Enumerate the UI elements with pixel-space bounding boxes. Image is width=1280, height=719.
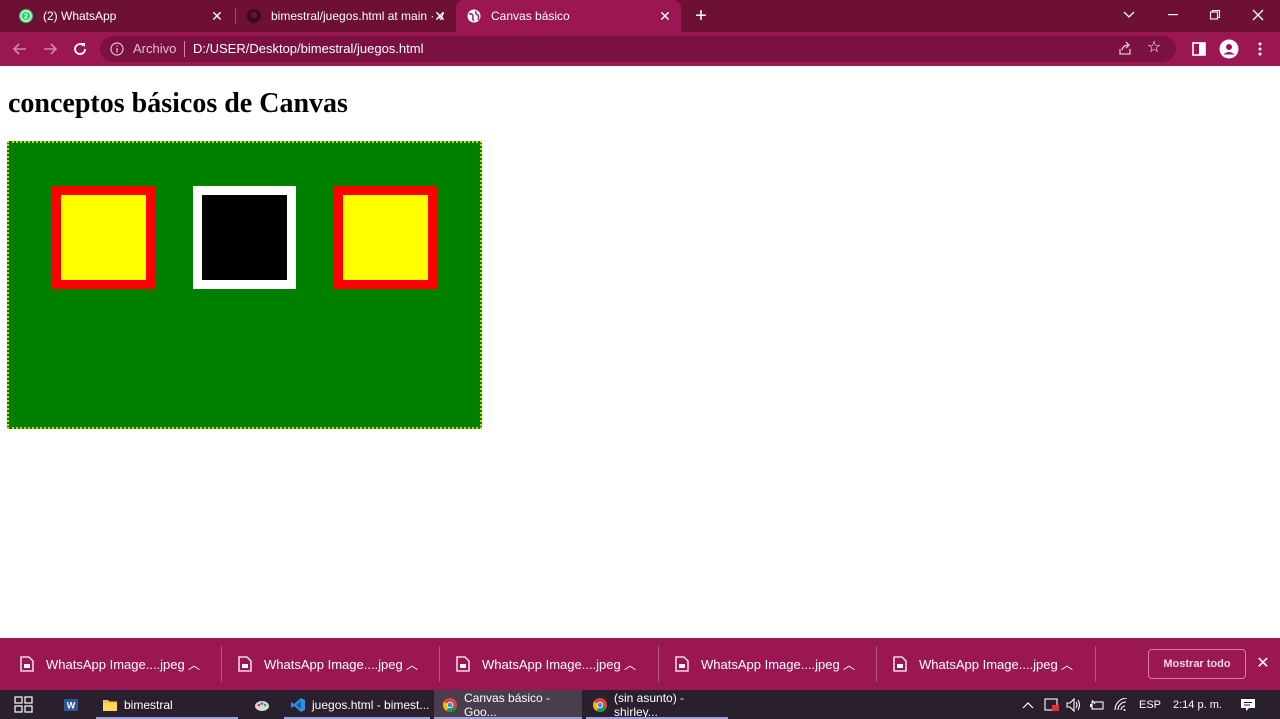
forward-arrow-icon[interactable] [38,37,62,61]
square-fill [343,195,428,280]
download-item[interactable]: WhatsApp Image....jpeg ︿ [655,638,873,690]
address-divider [184,41,185,57]
download-item[interactable]: WhatsApp Image....jpeg ︿ [0,638,218,690]
browser-toolbar: Archivo D:/USER/Desktop/bimestral/juegos… [0,32,1280,66]
taskbar-app-chrome-mail[interactable]: (sin asunto) - shirley... [586,690,728,719]
download-filename: WhatsApp Image....jpeg [701,656,840,672]
drawing-canvas [7,141,482,429]
show-all-downloads-button[interactable]: Mostrar todo [1148,649,1246,679]
info-icon[interactable] [109,41,125,57]
window-close-icon[interactable] [1236,0,1280,30]
vscode-icon [291,697,305,712]
chrome-icon [592,697,607,712]
taskbar-app-vscode[interactable]: juegos.html - bimest... [284,690,430,719]
download-item[interactable]: WhatsApp Image....jpeg ︿ [873,638,1091,690]
download-filename: WhatsApp Image....jpeg [46,656,185,672]
wifi-icon[interactable] [1113,690,1131,719]
reload-icon[interactable] [68,37,92,61]
menu-kebab-icon[interactable] [1248,37,1272,61]
download-filename: WhatsApp Image....jpeg [919,656,1058,672]
new-tab-plus-icon[interactable]: + [690,5,712,27]
square-fill [202,195,287,280]
taskbar-paint[interactable] [254,690,276,719]
battery-icon[interactable] [1089,690,1107,719]
chevron-up-icon[interactable]: ︿ [841,656,857,673]
back-arrow-icon[interactable] [8,37,32,61]
folder-icon [103,699,117,711]
tab-whatsapp[interactable]: 2 (2) WhatsApp ✕ [8,0,233,32]
tab-close-icon[interactable]: ✕ [432,8,448,24]
globe-icon [467,9,481,23]
side-panel-icon[interactable] [1187,37,1211,61]
taskbar-app-label: (sin asunto) - shirley... [614,690,685,719]
tab-search-chevron-icon[interactable] [1107,0,1151,30]
download-item[interactable]: WhatsApp Image....jpeg ︿ [218,638,436,690]
tab-title: (2) WhatsApp [43,9,117,23]
tab-github[interactable]: bimestral/juegos.html at main · v ✕ [236,0,456,32]
file-icon [893,656,907,672]
restore-icon[interactable] [1193,0,1237,30]
meet-now-icon[interactable] [1044,690,1062,719]
paint-icon [255,700,269,711]
file-icon [20,656,34,672]
tab-close-icon[interactable]: ✕ [657,8,673,24]
square-fill [61,195,146,280]
canvas-square [334,186,437,289]
download-filename: WhatsApp Image....jpeg [482,656,621,672]
close-shelf-icon[interactable]: ✕ [1254,654,1272,674]
language-indicator[interactable]: ESP [1139,690,1161,719]
tab-close-icon[interactable]: ✕ [209,8,225,24]
page-heading: conceptos básicos de Canvas [8,88,348,119]
tab-strip: 2 (2) WhatsApp ✕ bimestral/juegos.html a… [0,0,1280,32]
taskbar-app-bimestral[interactable]: bimestral [96,690,238,719]
notification-center-icon[interactable] [1240,690,1258,719]
svg-text:W: W [67,700,76,710]
word-icon: W [64,698,78,711]
canvas-square [52,186,155,289]
chevron-up-icon[interactable]: ︿ [622,656,638,673]
tab-title: bimestral/juegos.html at main · v [271,9,444,23]
page-viewport: conceptos básicos de Canvas [0,66,1280,638]
tab-canvas-basico[interactable]: Canvas básico ✕ [456,0,681,32]
taskbar-app-label: juegos.html - bimest... [312,697,430,712]
download-divider [1095,646,1096,682]
download-filename: WhatsApp Image....jpeg [264,656,403,672]
whatsapp-icon: 2 [19,9,33,23]
tab-title: Canvas básico [491,9,570,23]
download-item[interactable]: WhatsApp Image....jpeg ︿ [436,638,654,690]
url-text[interactable]: D:/USER/Desktop/bimestral/juegos.html [193,41,423,56]
taskbar-app-label: Canvas básico - Goo... [464,690,551,719]
file-icon [456,656,470,672]
clock-time[interactable]: 2:14 p. m. [1173,690,1222,719]
file-icon [238,656,252,672]
tray-chevron-up-icon[interactable] [1022,690,1038,719]
github-icon [247,9,261,23]
chrome-icon [442,697,457,712]
speaker-icon[interactable] [1066,690,1084,719]
taskbar-word[interactable]: W [63,690,85,719]
profile-avatar-icon[interactable] [1217,37,1241,61]
windows-taskbar: W bimestral juegos.html - bimest... Canv… [0,690,1280,719]
chevron-up-icon[interactable]: ︿ [186,656,202,673]
svg-text:2: 2 [24,14,28,21]
taskbar-app-chrome-canvas[interactable]: Canvas básico - Goo... [434,690,582,719]
bookmark-star-icon[interactable]: ☆ [1144,38,1164,58]
task-view-icon[interactable] [14,696,34,714]
chevron-up-icon[interactable]: ︿ [1059,656,1075,673]
minimize-icon[interactable] [1151,0,1195,30]
canvas-square [193,186,296,289]
address-bar[interactable]: Archivo D:/USER/Desktop/bimestral/juegos… [100,36,1176,62]
security-chip-label[interactable]: Archivo [133,41,176,56]
download-shelf: WhatsApp Image....jpeg ︿ WhatsApp Image.… [0,638,1280,690]
chevron-up-icon[interactable]: ︿ [404,656,420,673]
share-icon[interactable] [1116,40,1134,58]
taskbar-app-label: bimestral [124,697,173,712]
file-icon [675,656,689,672]
